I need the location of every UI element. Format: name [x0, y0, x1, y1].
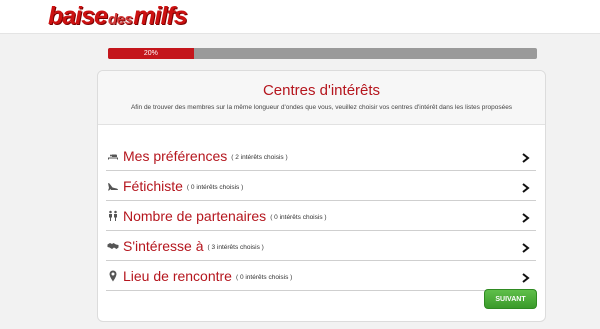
progress-bar: 20% — [108, 48, 537, 59]
logo-text: baise des milfs — [48, 2, 188, 31]
logo-part-2: des — [107, 11, 133, 28]
interest-row-fetish[interactable]: Fétichiste ( 0 intérêts choisis ) — [106, 171, 536, 201]
interest-count: ( 3 intérêts choisis ) — [207, 243, 264, 251]
interest-label: Fétichiste — [123, 177, 183, 194]
panel-title: Centres d'intérêts — [262, 82, 381, 99]
interest-row-preferences[interactable]: Mes préférences ( 2 intérêts choisis ) — [106, 141, 536, 171]
logo-part-1: baise — [48, 2, 108, 30]
interest-count: ( 0 intérêts choisis ) — [235, 273, 293, 281]
interests-panel: Centres d'intérêts Afin de trouver des m… — [97, 70, 546, 322]
interest-label: Nombre de partenaires — [123, 207, 267, 224]
handshake-icon — [106, 239, 120, 253]
people-icon — [106, 209, 120, 223]
heel-icon — [106, 179, 120, 193]
interest-count: ( 0 intérêts choisis ) — [186, 183, 244, 191]
logo-part-3: milfs — [133, 2, 187, 30]
chevron-right-icon — [522, 240, 532, 253]
top-bar: baise des milfs — [0, 0, 600, 34]
chevron-right-icon — [522, 180, 532, 193]
interest-count: ( 2 intérêts choisis ) — [231, 153, 288, 161]
interest-row-interested-in[interactable]: S'intéresse à ( 3 intérêts choisis ) — [106, 231, 536, 261]
interest-label: S'intéresse à — [123, 237, 204, 254]
chevron-right-icon — [522, 210, 532, 223]
panel-header: Centres d'intérêts Afin de trouver des m… — [98, 71, 545, 125]
interest-row-partners[interactable]: Nombre de partenaires ( 0 intérêts chois… — [106, 201, 536, 231]
next-button[interactable]: SUIVANT — [484, 289, 537, 309]
interest-label: Mes préférences — [123, 147, 228, 164]
chevron-right-icon — [522, 150, 532, 163]
chevron-right-icon — [522, 270, 532, 283]
map-marker-icon — [106, 269, 120, 283]
bed-icon — [106, 149, 120, 163]
interest-label: Lieu de rencontre — [123, 267, 232, 284]
site-logo[interactable]: baise des milfs — [48, 0, 188, 33]
interest-count: ( 0 intérêts choisis ) — [270, 213, 327, 221]
progress-label: 20% — [143, 50, 158, 57]
panel-subtitle: Afin de trouver des membres sur la même … — [130, 104, 513, 111]
interest-row-meeting-place[interactable]: Lieu de rencontre ( 0 intérêts choisis ) — [106, 261, 536, 291]
